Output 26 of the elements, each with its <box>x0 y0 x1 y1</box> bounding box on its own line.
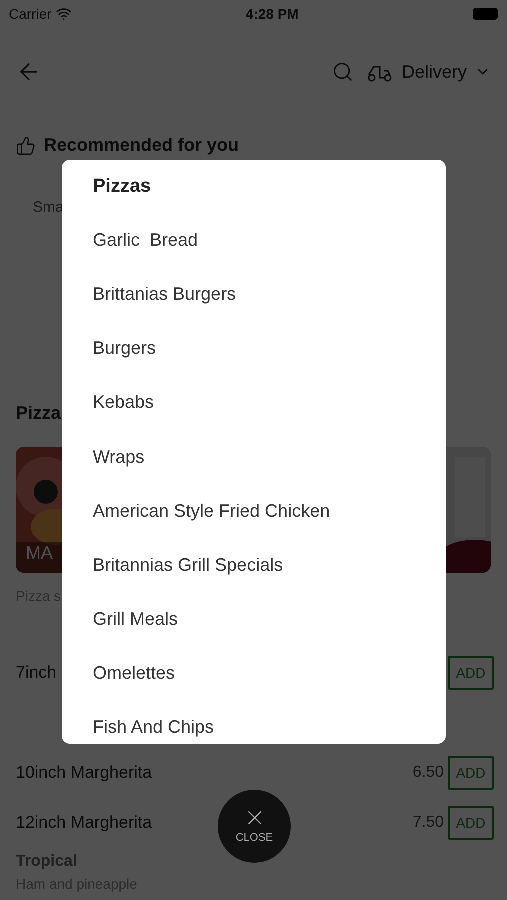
thumbs-up-icon <box>16 136 36 156</box>
menu-item[interactable]: Burgers <box>93 310 415 365</box>
carrier-label: Carrier <box>9 4 52 24</box>
menu-item[interactable]: Grill Meals <box>93 581 415 636</box>
item-price: 6.50 <box>412 763 444 783</box>
menu-item[interactable]: Wraps <box>93 418 415 474</box>
search-icon[interactable] <box>332 61 354 83</box>
menu-item[interactable]: Garlic Bread <box>93 202 415 256</box>
menu-item[interactable]: American Style Fried Chicken <box>93 473 415 528</box>
menu-item[interactable]: Omelettes <box>93 636 415 690</box>
menu-item[interactable]: Kebabs <box>93 364 415 419</box>
menu-item[interactable]: Brittanias Burgers <box>93 256 415 311</box>
wifi-icon <box>56 6 72 22</box>
item-name: 10inch Margherita <box>15 762 152 784</box>
item-price: 7.50 <box>412 813 444 833</box>
section-title: Pizza <box>16 403 62 423</box>
menu-item[interactable]: Britannias Grill Specials <box>93 527 415 582</box>
clock: 4:28 PM <box>246 4 299 24</box>
menu-title: Pizzas <box>93 175 152 199</box>
item-name: 12inch Margherita <box>15 812 152 834</box>
section-title: Recommended for you <box>44 134 240 157</box>
card-label: MA <box>26 542 53 565</box>
close-button[interactable]: CLOSE <box>218 790 291 863</box>
battery-icon <box>472 8 498 20</box>
item-name: 7inch <box>15 662 57 684</box>
menu-item[interactable]: Fish And Chips <box>93 690 415 744</box>
